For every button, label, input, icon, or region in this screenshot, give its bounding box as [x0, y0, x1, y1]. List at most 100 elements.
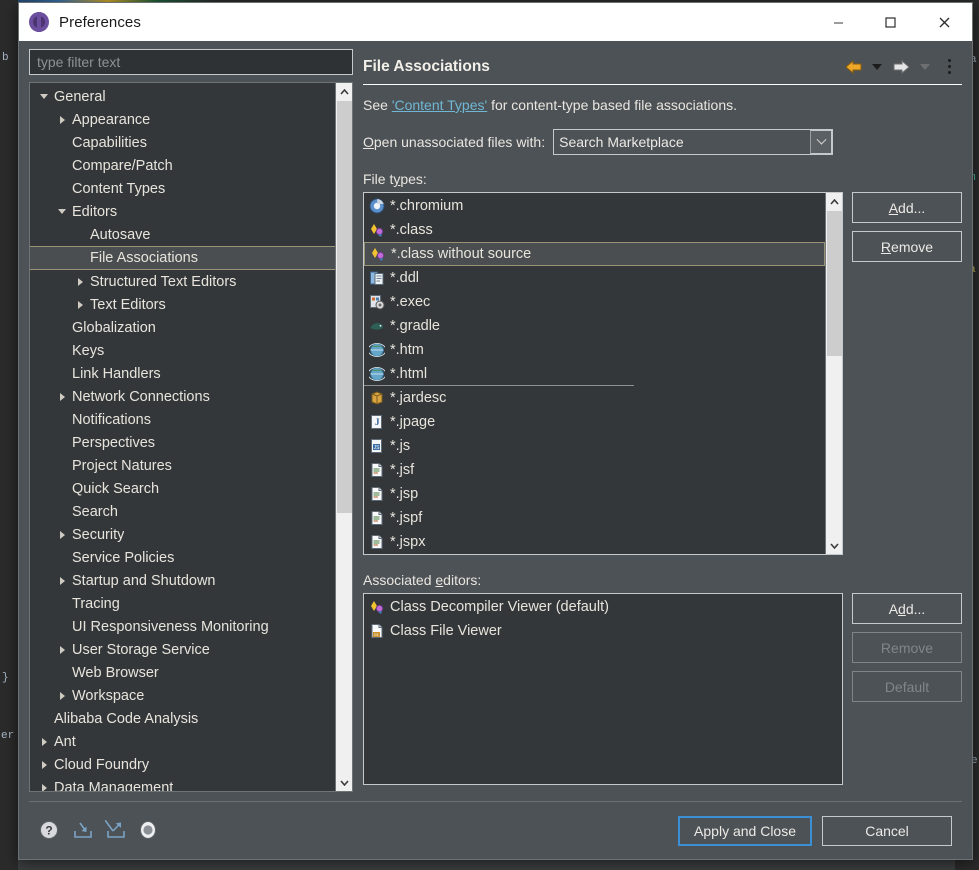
file-type-row[interactable]: *.exec: [364, 290, 825, 314]
forward-arrow-icon[interactable]: [890, 55, 912, 79]
chevron-down-icon[interactable]: [56, 205, 70, 219]
file-type-row[interactable]: *.jspx: [364, 530, 825, 554]
scroll-up-icon[interactable]: [336, 83, 353, 100]
sidebar-item-ui-responsiveness-monitoring[interactable]: UI Responsiveness Monitoring: [30, 615, 335, 638]
sidebar-item-text-editors[interactable]: Text Editors: [30, 293, 335, 316]
associated-editors-list[interactable]: Class Decompiler Viewer (default) 01 Class…: [364, 594, 842, 784]
content-types-link[interactable]: 'Content Types': [392, 97, 487, 113]
sidebar-item-startup-and-shutdown[interactable]: Startup and Shutdown: [30, 569, 335, 592]
sidebar-item-link-handlers[interactable]: Link Handlers: [30, 362, 335, 385]
associated-editor-row[interactable]: Class Decompiler Viewer (default): [364, 595, 842, 619]
sidebar-item-service-policies[interactable]: Service Policies: [30, 546, 335, 569]
sidebar-item-notifications[interactable]: Notifications: [30, 408, 335, 431]
sidebar-item-workspace[interactable]: Workspace: [30, 684, 335, 707]
file-type-row[interactable]: *.chromium: [364, 194, 825, 218]
preferences-tree[interactable]: General Appearance Capabilities Compare/Pat…: [30, 83, 335, 791]
tree-vertical-scrollbar[interactable]: [335, 83, 352, 791]
import-icon[interactable]: [72, 820, 94, 842]
scroll-up-icon[interactable]: [826, 193, 842, 210]
sidebar-item-search[interactable]: Search: [30, 500, 335, 523]
chevron-down-icon[interactable]: [38, 90, 52, 104]
cancel-button[interactable]: Cancel: [822, 815, 952, 846]
help-icon[interactable]: ?: [39, 820, 61, 842]
file-types-list[interactable]: *.chromium *.class *.class without source *…: [364, 193, 825, 554]
sidebar-item-label: General: [54, 88, 106, 105]
sidebar-item-capabilities[interactable]: Capabilities: [30, 131, 335, 154]
chevron-right-icon[interactable]: [38, 781, 52, 791]
chevron-right-icon[interactable]: [56, 113, 70, 127]
close-button[interactable]: [916, 3, 972, 41]
sidebar-item-content-types[interactable]: Content Types: [30, 177, 335, 200]
file-type-row[interactable]: J *.jpage: [364, 410, 825, 434]
back-arrow-icon[interactable]: [842, 55, 864, 79]
sidebar-item-editors[interactable]: Editors: [30, 200, 335, 223]
filetypes-remove-button[interactable]: Remove: [852, 231, 962, 262]
file-type-row[interactable]: *.class: [364, 218, 825, 242]
sidebar-item-alibaba-code-analysis[interactable]: Alibaba Code Analysis: [30, 707, 335, 730]
chevron-right-icon[interactable]: [56, 574, 70, 588]
sidebar-item-cloud-foundry[interactable]: Cloud Foundry: [30, 753, 335, 776]
minimize-button[interactable]: [812, 3, 864, 41]
chevron-right-icon[interactable]: [56, 390, 70, 404]
apply-and-close-button[interactable]: Apply and Close: [678, 815, 812, 846]
file-type-row[interactable]: *.jsf: [364, 458, 825, 482]
sidebar-item-quick-search[interactable]: Quick Search: [30, 477, 335, 500]
chevron-right-icon[interactable]: [56, 689, 70, 703]
editors-add-button[interactable]: Ad d...: [852, 593, 962, 624]
sidebar-item-security[interactable]: Security: [30, 523, 335, 546]
chevron-down-icon[interactable]: [810, 130, 833, 154]
chevron-right-icon[interactable]: [74, 298, 88, 312]
chevron-right-icon[interactable]: [56, 528, 70, 542]
sidebar-item-network-connections[interactable]: Network Connections: [30, 385, 335, 408]
file-type-row[interactable]: *.html: [364, 362, 634, 386]
file-types-scrollbar-thumb[interactable]: [827, 211, 842, 356]
file-type-row[interactable]: *.class without source: [364, 242, 825, 266]
sidebar-item-label: Alibaba Code Analysis: [54, 710, 199, 727]
sidebar-item-appearance[interactable]: Appearance: [30, 108, 335, 131]
sidebar-item-compare-patch[interactable]: Compare/Patch: [30, 154, 335, 177]
sidebar-item-globalization[interactable]: Globalization: [30, 316, 335, 339]
sidebar-item-structured-text-editors[interactable]: Structured Text Editors: [30, 270, 335, 293]
sidebar-item-data-management[interactable]: Data Management: [30, 776, 335, 791]
file-types-listbox[interactable]: *.chromium *.class *.class without source *…: [363, 192, 843, 555]
file-type-row[interactable]: *.gradle: [364, 314, 825, 338]
filetypes-add-button[interactable]: Add...: [852, 192, 962, 223]
back-history-chevron-down-icon[interactable]: [866, 55, 888, 79]
kebab-menu-icon[interactable]: [938, 55, 960, 79]
tree-scrollbar-thumb[interactable]: [337, 101, 352, 513]
chevron-right-icon[interactable]: [74, 275, 88, 289]
sidebar-item-autosave[interactable]: Autosave: [30, 223, 335, 246]
file-type-row[interactable]: JS *.js: [364, 434, 825, 458]
file-types-vertical-scrollbar[interactable]: [825, 193, 842, 554]
sidebar-item-general[interactable]: General: [30, 85, 335, 108]
sidebar-item-project-natures[interactable]: Project Natures: [30, 454, 335, 477]
scroll-down-icon[interactable]: [336, 774, 353, 791]
export-icon[interactable]: [104, 819, 127, 842]
file-types-section: *.chromium *.class *.class without source *…: [363, 192, 962, 555]
file-type-row[interactable]: *.ddl: [364, 266, 825, 290]
file-type-row[interactable]: *.jspf: [364, 506, 825, 530]
sidebar-item-ant[interactable]: Ant: [30, 730, 335, 753]
sidebar-item-user-storage-service[interactable]: User Storage Service: [30, 638, 335, 661]
associated-editor-row[interactable]: 01 Class File Viewer: [364, 619, 842, 643]
file-type-row[interactable]: *.jsp: [364, 482, 825, 506]
file-type-row[interactable]: *.htm: [364, 338, 825, 362]
maximize-button[interactable]: [864, 3, 916, 41]
file-type-row[interactable]: *.jardesc: [364, 386, 825, 410]
sidebar-item-file-associations[interactable]: File Associations: [30, 246, 335, 270]
chevron-right-icon[interactable]: [38, 735, 52, 749]
sphere-icon[interactable]: [138, 820, 160, 842]
sidebar-item-web-browser[interactable]: Web Browser: [30, 661, 335, 684]
open-unassociated-combobox[interactable]: Search Marketplace: [553, 129, 834, 155]
scroll-down-icon[interactable]: [826, 537, 842, 554]
chevron-right-icon[interactable]: [38, 758, 52, 772]
sidebar-item-tracing[interactable]: Tracing: [30, 592, 335, 615]
sidebar-item-keys[interactable]: Keys: [30, 339, 335, 362]
dialog-titlebar[interactable]: Preferences: [19, 3, 972, 41]
filter-input[interactable]: [29, 49, 353, 75]
sidebar-item-perspectives[interactable]: Perspectives: [30, 431, 335, 454]
associated-editors-listbox[interactable]: Class Decompiler Viewer (default) 01 Class…: [363, 593, 843, 785]
chevron-right-icon[interactable]: [56, 643, 70, 657]
